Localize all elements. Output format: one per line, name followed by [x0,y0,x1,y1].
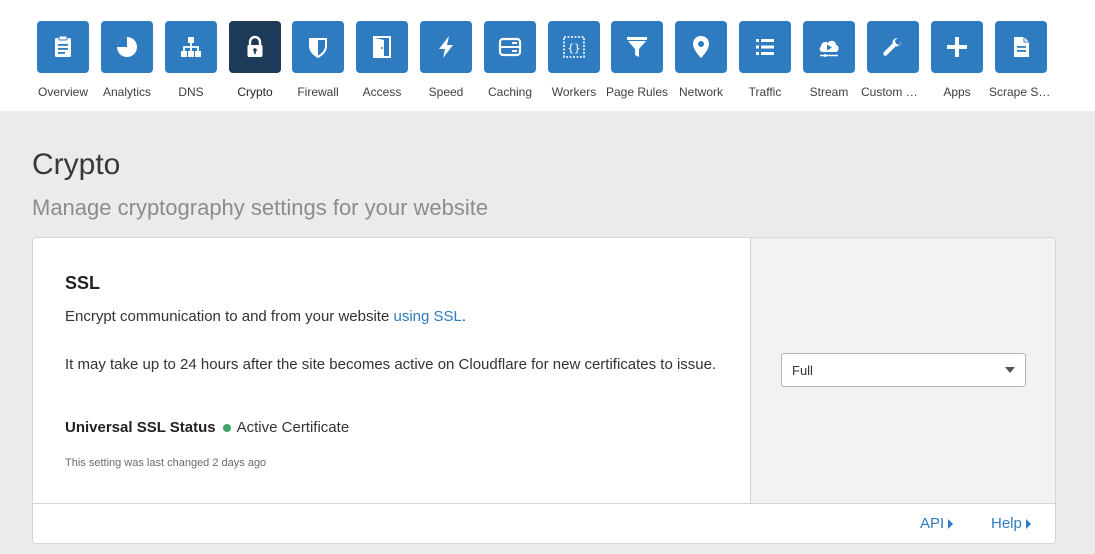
ssl-status-label: Universal SSL Status [65,419,216,436]
ssl-certificate-note: It may take up to 24 hours after the sit… [65,356,717,373]
help-link-label: Help [991,515,1022,532]
nav-label-overview: Overview [37,85,88,99]
top-navigation: Overview Analytics DNS Crypto Firewall A… [0,0,1095,111]
nav-label-workers: Workers [551,85,597,99]
nav-label-caching: Caching [487,85,533,99]
nav-label-analytics: Analytics [102,85,152,99]
caret-right-icon [1025,518,1031,529]
code-braces-icon: {} [548,21,600,73]
nav-caching[interactable]: Caching [478,21,542,100]
ssl-card-control: Full [750,238,1055,503]
api-link[interactable]: API [920,515,954,532]
location-pin-icon [675,21,727,73]
nav-label-access: Access [362,85,402,99]
nav-page-rules[interactable]: Page Rules [605,21,669,100]
nav-label-firewall: Firewall [297,85,339,99]
network-tree-icon [165,21,217,73]
nav-crypto[interactable]: Crypto [223,21,287,100]
nav-label-speed: Speed [428,85,464,99]
nav-label-custom-pages: Custom Pa... [861,85,925,99]
ssl-mode-select[interactable]: Full [781,353,1026,387]
nav-label-traffic: Traffic [748,85,782,99]
chevron-down-icon [1005,367,1015,373]
nav-traffic[interactable]: Traffic [733,21,797,100]
shield-icon [292,21,344,73]
page-subtitle: Manage cryptography settings for your we… [32,195,489,220]
nav-workers[interactable]: {} Workers [542,21,606,100]
nav-apps[interactable]: Apps [925,21,989,100]
cloud-play-icon [803,21,855,73]
document-icon [995,21,1047,73]
nav-dns[interactable]: DNS [159,21,223,100]
nav-custom-pages[interactable]: Custom Pa... [861,21,925,100]
lock-icon [229,21,281,73]
door-icon [356,21,408,73]
nav-access[interactable]: Access [350,21,414,100]
wrench-icon [867,21,919,73]
filter-icon [611,21,663,73]
nav-network[interactable]: Network [669,21,733,100]
nav-speed[interactable]: Speed [414,21,478,100]
ssl-card: SSL Encrypt communication to and from yo… [32,237,1056,544]
plus-icon [931,21,983,73]
nav-label-page-rules: Page Rules [605,85,669,99]
ssl-status-value: Active Certificate [236,419,350,436]
page-title: Crypto [32,148,121,181]
nav-scrape-shield[interactable]: Scrape Shi... [989,21,1053,100]
lightning-icon [420,21,472,73]
ssl-mode-value: Full [792,362,813,378]
universal-ssl-status: Universal SSL Status Active Certificate [65,418,349,438]
pie-chart-icon [101,21,153,73]
last-changed-text: This setting was last changed 2 days ago [65,457,267,469]
nav-overview[interactable]: Overview [31,21,95,100]
ssl-description-text: Encrypt communication to and from your w… [65,308,394,325]
nav-label-dns: DNS [178,85,204,99]
nav-label-crypto: Crypto [237,85,273,99]
nav-stream[interactable]: Stream [797,21,861,100]
svg-text:{}: {} [567,42,580,55]
nav-label-network: Network [678,85,723,99]
ssl-card-footer: API Help [33,503,1055,543]
using-ssl-link[interactable]: using SSL [393,308,461,325]
nav-label-apps: Apps [943,85,971,99]
nav-firewall[interactable]: Firewall [286,21,350,100]
status-dot-icon [222,424,231,432]
help-link[interactable]: Help [991,515,1031,532]
ssl-title: SSL [65,273,101,293]
ssl-card-body: SSL Encrypt communication to and from yo… [33,238,750,503]
nav-label-scrape-shield: Scrape Shi... [989,85,1053,99]
api-link-label: API [920,515,945,532]
ssl-description: Encrypt communication to and from your w… [65,306,725,328]
clipboard-icon [37,21,89,73]
caret-right-icon [948,518,954,529]
ssl-description-suffix: . [461,308,467,325]
server-icon [484,21,536,73]
nav-label-stream: Stream [809,85,849,99]
list-icon [739,21,791,73]
nav-analytics[interactable]: Analytics [95,21,159,100]
